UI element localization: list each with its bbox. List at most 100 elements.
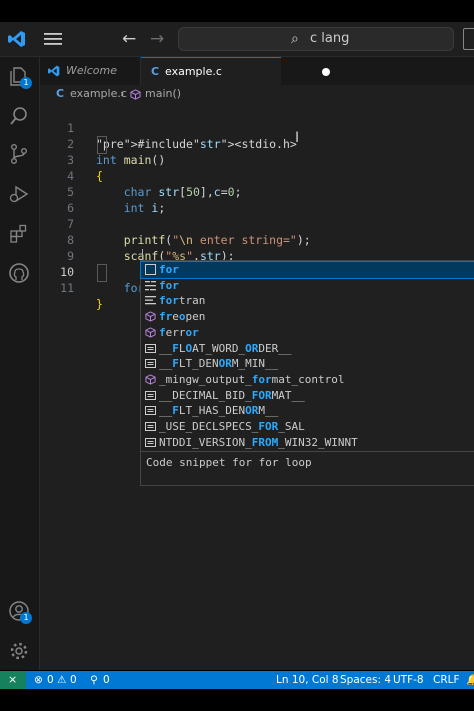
suggestion-item[interactable]: _USE_DECLSPECS_FOR_SAL [141,419,474,435]
suggestion-label: fortran [159,293,205,309]
suggestion-label-part: OR [245,341,259,355]
suggestion-label-part: FOR [258,420,279,433]
suggestion-label-part: OR [218,357,232,371]
error-count[interactable]: 0 [47,671,54,689]
constant-icon [145,359,156,369]
tab-label: Welcome [66,64,117,77]
suggestion-label-part: pen [185,310,206,324]
accounts-badge: 1 [20,612,32,624]
suggestion-label-part: F [172,341,179,355]
search-icon: ⌕ [291,31,299,47]
breadcrumb-symbol[interactable]: main() [145,85,181,103]
suggestion-label: __FLT_HAS_DENORM__ [159,403,278,419]
notifications-bell-icon[interactable]: 🔔 [466,671,474,689]
suggestion-item[interactable]: for [141,278,474,294]
search-icon[interactable] [8,105,30,127]
suggestion-label-part: e [172,310,179,324]
suggestion-label: _mingw_output_format_control [159,372,344,388]
constant-icon [145,406,156,416]
warning-icon[interactable]: ⚠ [57,671,66,689]
suggestion-item[interactable]: NTDDI_VERSION_FROM_WIN32_WINNT [141,435,474,451]
suggestion-label-part: __ [159,341,173,355]
c-file-icon: C [151,65,160,78]
code-text: for [123,281,145,295]
tab-welcome[interactable]: Welcome [40,57,141,85]
suggestion-label-part: fr [159,310,173,324]
breadcrumb: C example.c › main() [40,85,474,103]
vscode-logo-icon [8,31,25,47]
suggestion-label-part: for [159,278,179,292]
bracket-match-box [97,136,107,154]
constant-icon [145,437,156,447]
layout-toggle-icon[interactable] [463,28,474,50]
suggestion-item[interactable]: __DECIMAL_BID_FORMAT__ [141,388,474,404]
remote-indicator[interactable]: ⨯ [0,671,26,689]
warning-count[interactable]: 0 [70,671,77,689]
constant-icon [145,390,156,400]
suggestion-label-part: _SAL [278,420,305,433]
indentation[interactable]: Spaces: 4 [340,671,391,689]
suggestion-label: ferror [159,325,199,341]
suggestion-label: for [159,278,179,294]
suggestion-label-part: F [172,357,179,371]
suggestion-label-part: FROM [251,435,279,449]
suggestion-item[interactable]: __FLOAT_WORD_ORDER__ [141,341,474,357]
settings-gear-icon[interactable] [8,640,30,662]
encoding[interactable]: UTF-8 [393,671,424,689]
suggestion-label-part: L [178,341,186,355]
remote-icon: ⨯ [8,673,18,686]
suggestion-label-part: AT_WORD_ [192,341,246,355]
suggestion-label-part: for [251,372,272,386]
suggestion-label-part: err [165,325,186,339]
hamburger-menu-icon[interactable] [44,32,62,46]
extensions-icon[interactable] [8,223,30,245]
suggestion-widget: for for fortran freopen ferror __FLOAT_WORD_O… [140,260,474,486]
tab-label: example.c [165,65,222,78]
suggestion-item[interactable]: __FLT_DENORM_MIN__ [141,356,474,372]
suggestion-label-part: _mingw_output_ [159,372,252,386]
source-control-icon[interactable] [8,143,30,165]
code-line: 1 "pre">#include"str"><stdio.h> [40,104,474,151]
suggestion-label-part: LT_DEN [178,357,219,371]
suggestion-doc-text: Code snippet for for loop [146,456,312,469]
status-bar: ⨯ ⊗ 0 ⚠ 0 ⚲ 0 Ln 10, Col 8 Spaces: 4 UTF… [0,671,474,689]
breadcrumb-file[interactable]: example.c [70,85,127,103]
suggestion-label-part: NTDDI_VERSION_ [159,435,252,449]
tab-example-c[interactable]: C example.c [141,57,330,86]
suggestion-label-part: FOR [251,388,272,402]
code-line: 5 int i; [40,168,474,215]
suggestion-label: freopen [159,309,205,325]
editor-tabs: Welcome C example.c [40,57,474,86]
suggestion-item[interactable]: ferror [141,325,474,341]
forward-arrow-icon[interactable]: → [150,29,164,49]
keyword-icon [145,280,156,290]
method-cube-icon [130,89,141,100]
suggestion-label-part: LT_HAS_DEN [178,404,246,418]
snippet-icon [145,264,156,275]
suggestion-item[interactable]: __FLT_HAS_DENORM__ [141,403,474,419]
suggestion-item[interactable]: _mingw_output_format_control [141,372,474,388]
bracket-match-box [97,264,107,282]
ports-count[interactable]: 0 [103,671,110,689]
constant-icon [145,422,156,431]
github-icon[interactable] [8,262,30,284]
function-cube-icon [145,374,156,385]
ports-icon[interactable]: ⚲ [90,671,98,689]
suggestion-item[interactable]: freopen [141,309,474,325]
code-line: 2 int main() [40,120,474,167]
command-center-search[interactable]: ⌕ c lang [178,27,454,51]
function-cube-icon [145,327,156,338]
suggestion-item[interactable]: for [140,261,474,279]
title-bar: ← → ⌕ c lang [0,22,474,57]
error-icon[interactable]: ⊗ [34,671,43,689]
back-arrow-icon[interactable]: ← [122,29,136,49]
suggestion-item[interactable]: fortran [141,293,474,309]
cursor-position[interactable]: Ln 10, Col 8 [276,671,339,689]
code-text: } [96,297,103,311]
run-debug-icon[interactable] [8,183,30,205]
suggestion-label-part: OR [245,404,259,418]
constant-icon [145,343,156,353]
suggestion-label-part: DER__ [258,341,292,355]
line-endings[interactable]: CRLF [433,671,460,689]
unsaved-dot-icon[interactable] [322,68,330,76]
